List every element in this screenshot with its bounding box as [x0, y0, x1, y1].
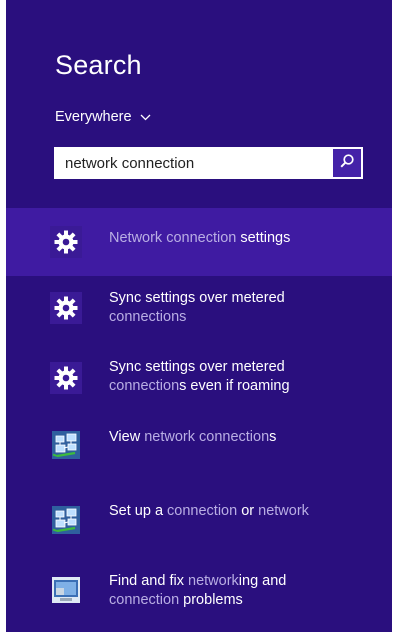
- search-result-set-up-connection[interactable]: Set up a connection or network: [6, 489, 392, 559]
- search-button[interactable]: [333, 149, 361, 177]
- search-result-find-fix-networking[interactable]: Find and fix networking and connection p…: [6, 559, 392, 629]
- gear-icon: [50, 226, 82, 258]
- chevron-down-icon: [140, 114, 151, 121]
- gear-icon: [50, 362, 82, 394]
- search-results-list: Network connection settings Sync setting…: [6, 208, 392, 629]
- charm-title: Search: [55, 50, 142, 80]
- search-result-sync-settings-metered-roaming[interactable]: Sync settings over metered connections e…: [6, 346, 392, 416]
- search-result-view-network-connections[interactable]: View network connections: [6, 416, 392, 489]
- search-scope-label: Everywhere: [55, 109, 132, 125]
- result-label: View network connections: [109, 429, 277, 445]
- result-label: Sync settings over metered connections: [109, 290, 285, 325]
- search-result-network-connection-settings[interactable]: Network connection settings: [6, 208, 392, 276]
- search-box: [54, 147, 363, 179]
- result-label: Set up a connection or network: [109, 503, 309, 519]
- search-result-sync-settings-metered[interactable]: Sync settings over metered connections: [6, 276, 392, 346]
- network-connections-icon: [50, 504, 82, 536]
- search-icon: [339, 153, 355, 174]
- result-label: Find and fix networking and connection p…: [109, 573, 287, 608]
- result-label: Network connection settings: [109, 230, 291, 246]
- search-charm-pane: Search Everywhere network connection Net…: [6, 0, 392, 632]
- result-label: Sync settings over metered connections e…: [109, 359, 290, 394]
- search-scope-dropdown[interactable]: Everywhere: [55, 109, 151, 125]
- gear-icon: [50, 292, 82, 324]
- troubleshoot-network-icon: [50, 574, 82, 606]
- network-connections-icon: [50, 429, 82, 461]
- search-input[interactable]: [55, 148, 325, 178]
